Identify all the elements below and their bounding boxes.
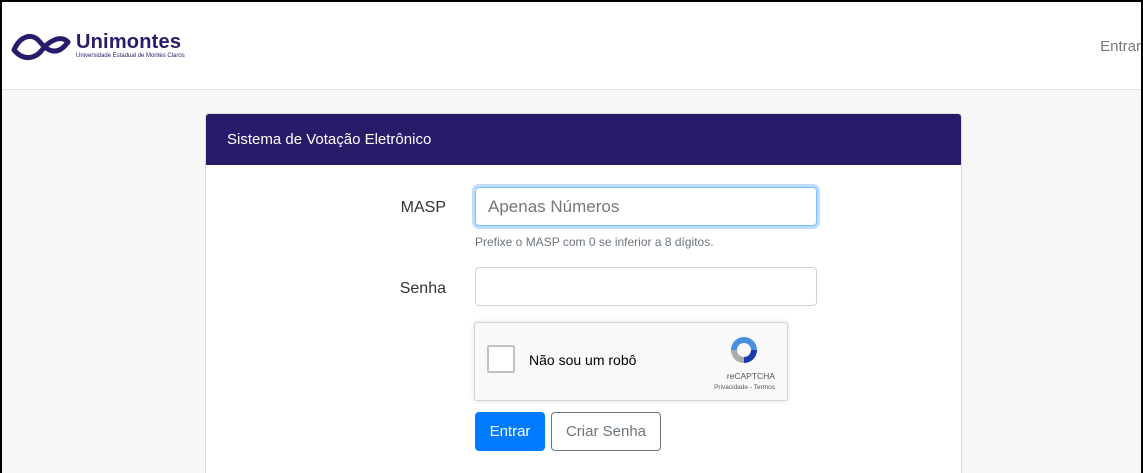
navbar: Unimontes Universidade Estadual de Monte… bbox=[2, 2, 1141, 90]
masp-help-text: Prefixe o MASP com 0 se inferior a 8 díg… bbox=[475, 235, 714, 249]
login-card: Sistema de Votação Eletrônico MASP Prefi… bbox=[205, 113, 962, 473]
nav-login-link[interactable]: Entrar bbox=[1100, 38, 1141, 55]
unimontes-logo-icon bbox=[11, 33, 71, 60]
recaptcha-icon bbox=[731, 337, 757, 363]
entrar-button[interactable]: Entrar bbox=[475, 412, 545, 451]
brand-subtitle: Universidade Estadual de Montes Claros bbox=[76, 53, 185, 59]
brand-logo[interactable]: Unimontes Universidade Estadual de Monte… bbox=[10, 28, 185, 64]
masp-label: MASP bbox=[400, 199, 446, 216]
senha-label: Senha bbox=[399, 280, 446, 297]
senha-input[interactable] bbox=[475, 267, 817, 306]
recaptcha-checkbox[interactable] bbox=[487, 345, 515, 373]
recaptcha-label: Não sou um robô bbox=[529, 352, 637, 368]
recaptcha-brand: reCAPTCHA bbox=[726, 371, 775, 381]
brand-name: Unimontes bbox=[76, 31, 182, 53]
criar-senha-button[interactable]: Criar Senha bbox=[551, 412, 661, 451]
masp-input[interactable] bbox=[475, 187, 817, 226]
card-title: Sistema de Votação Eletrônico bbox=[206, 114, 961, 165]
recaptcha-links[interactable]: Privacidade - Termos bbox=[714, 384, 775, 391]
recaptcha-widget: Não sou um robô reCAPTCHA Privacidade - … bbox=[474, 322, 788, 401]
